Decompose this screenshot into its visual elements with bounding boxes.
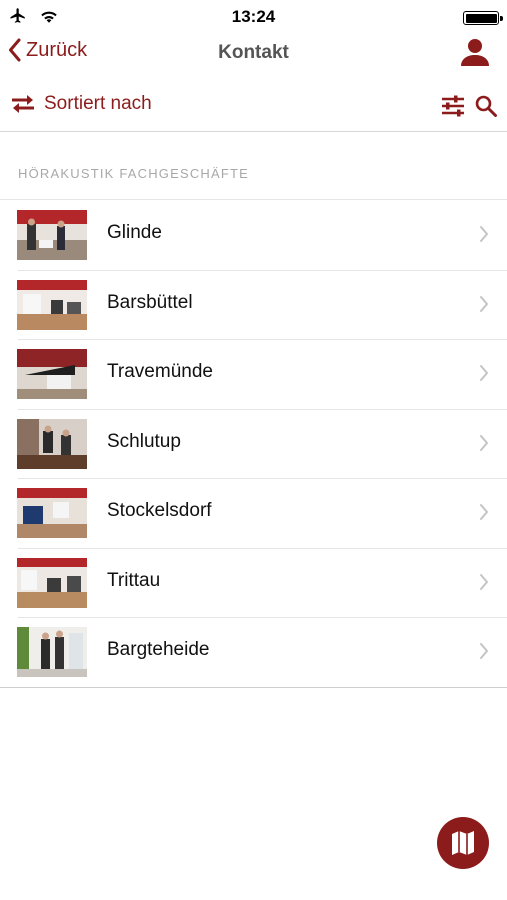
store-photo bbox=[17, 349, 87, 399]
store-name: Glinde bbox=[107, 222, 162, 243]
store-photo bbox=[17, 418, 87, 469]
profile-button[interactable] bbox=[459, 36, 491, 68]
battery-level bbox=[465, 13, 497, 23]
store-name: Barsbüttel bbox=[107, 291, 193, 313]
list-item-stockelsdorf[interactable]: Stockelsdorf bbox=[0, 478, 507, 548]
status-bar: 13:24 bbox=[0, 0, 507, 34]
chevron-right-icon bbox=[480, 573, 488, 590]
list-item-barsbuettel[interactable]: Barsbüttel bbox=[0, 269, 507, 340]
person-icon bbox=[461, 39, 489, 66]
battery-nub bbox=[500, 15, 503, 21]
sliders-icon bbox=[442, 95, 464, 117]
sort-toolbar: Sortiert nach bbox=[0, 82, 507, 132]
list-item-travemuende[interactable]: Travemünde bbox=[0, 339, 507, 409]
map-button[interactable] bbox=[437, 817, 489, 869]
map-icon bbox=[452, 831, 474, 855]
nav-bar: Zurück Kontakt bbox=[0, 34, 507, 72]
battery-icon bbox=[463, 11, 503, 25]
list-item-glinde[interactable]: Glinde bbox=[0, 200, 507, 270]
list-item-trittau[interactable]: Trittau bbox=[0, 547, 507, 618]
section-header: HÖRAKUSTIK FACHGESCHÄFTE bbox=[18, 166, 250, 181]
store-photo bbox=[17, 627, 87, 677]
store-name: Bargteheide bbox=[107, 639, 210, 660]
store-name: Stockelsdorf bbox=[107, 500, 212, 521]
status-time: 13:24 bbox=[231, 7, 276, 26]
list-item-bargteheide[interactable]: Bargteheide bbox=[0, 617, 507, 687]
filter-button[interactable] bbox=[439, 92, 467, 120]
search-icon bbox=[475, 95, 497, 117]
store-photo bbox=[17, 557, 87, 608]
store-photo bbox=[17, 210, 87, 260]
chevron-right-icon bbox=[480, 643, 488, 659]
chevron-right-icon bbox=[480, 504, 488, 520]
list-item-schlutup[interactable]: Schlutup bbox=[0, 408, 507, 479]
sort-label: Sortiert nach bbox=[44, 93, 152, 114]
store-photo bbox=[17, 488, 87, 538]
store-name: Schlutup bbox=[107, 430, 181, 452]
chevron-right-icon bbox=[480, 365, 488, 381]
swap-arrows-icon bbox=[12, 95, 34, 113]
chevron-right-icon bbox=[480, 434, 488, 451]
store-name: Travemünde bbox=[107, 361, 213, 382]
search-button[interactable] bbox=[473, 93, 499, 119]
page-title: Kontakt bbox=[218, 42, 289, 63]
sort-button[interactable]: Sortiert nach bbox=[10, 92, 152, 116]
store-name: Trittau bbox=[107, 569, 161, 591]
chevron-right-icon bbox=[480, 226, 488, 242]
store-list: Glinde Barsbüttel Travemünde Schlutup St… bbox=[0, 199, 507, 688]
store-photo bbox=[17, 279, 87, 330]
chevron-right-icon bbox=[480, 295, 488, 312]
